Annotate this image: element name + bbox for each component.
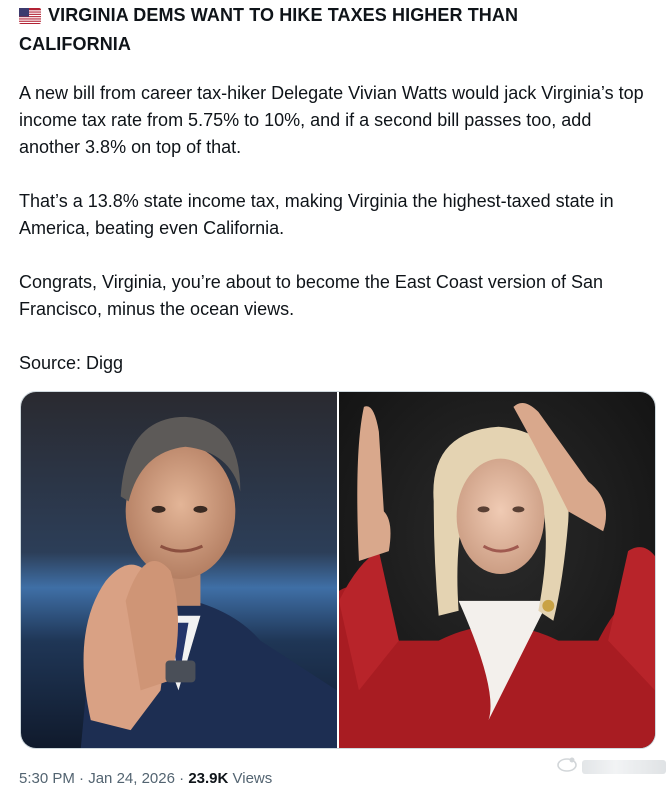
photo-woman-pointing[interactable]	[339, 392, 655, 748]
post-source: Source: Digg	[19, 353, 124, 373]
post-paragraph-2: That’s a 13.8% state income tax, making …	[19, 191, 614, 238]
views-count: 23.9K	[188, 770, 229, 786]
photo-man-clapping[interactable]	[21, 392, 337, 748]
post-title-text: VIRGINIA DEMS WANT TO HIKE TAXES HIGHER …	[19, 5, 519, 54]
post-date[interactable]: Jan 24, 2026	[88, 770, 175, 786]
watermark	[556, 756, 666, 777]
watermark-logo-icon	[556, 756, 578, 777]
post-title: VIRGINIA DEMS WANT TO HIKE TAXES HIGHER …	[19, 2, 619, 57]
us-flag-icon	[19, 5, 41, 31]
media-grid[interactable]	[20, 391, 656, 749]
views-label: Views	[228, 770, 273, 786]
post-metadata: 5:30 PM · Jan 24, 2026 · 23.9K Views	[19, 769, 272, 786]
meta-separator: ·	[74, 770, 89, 786]
post-paragraph-1: A new bill from career tax-hiker Delegat…	[19, 83, 644, 157]
watermark-text-blur	[582, 759, 666, 774]
meta-separator: ·	[174, 770, 189, 786]
post-paragraph-3: Congrats, Virginia, you’re about to beco…	[19, 272, 603, 319]
post-time[interactable]: 5:30 PM	[19, 770, 75, 786]
tweet-card: VIRGINIA DEMS WANT TO HIKE TAXES HIGHER …	[0, 0, 672, 786]
